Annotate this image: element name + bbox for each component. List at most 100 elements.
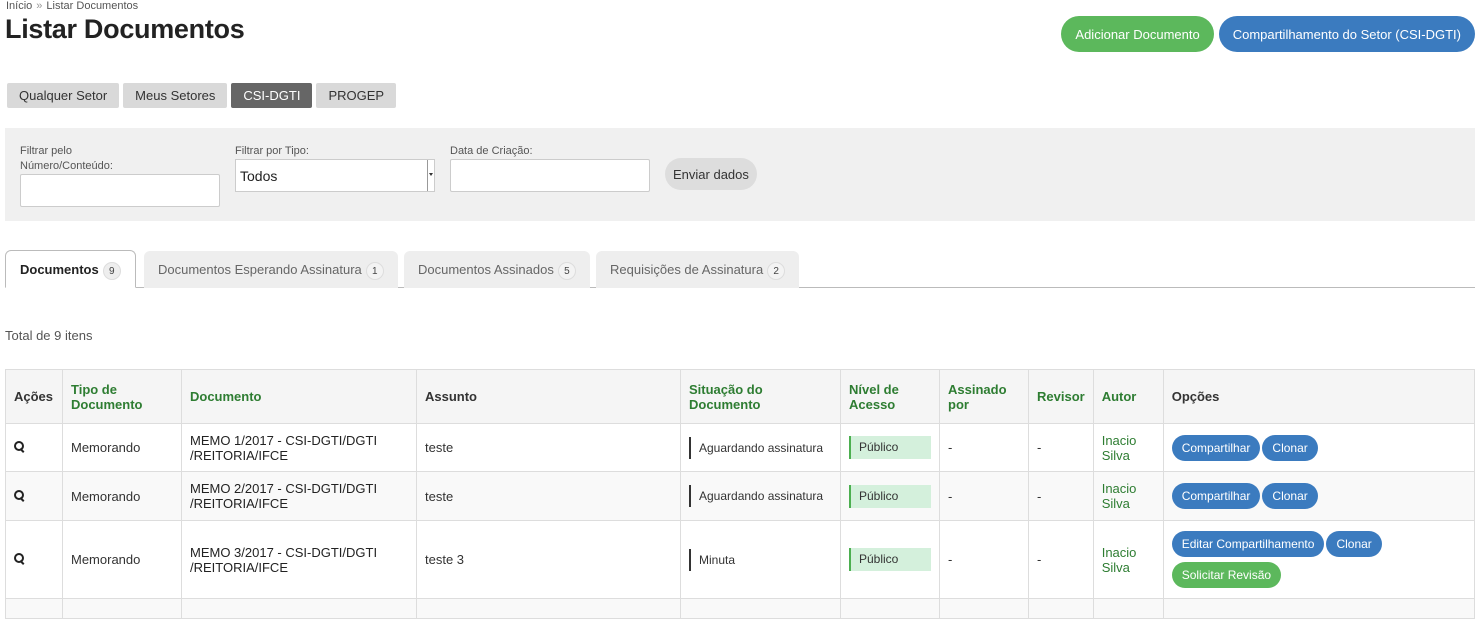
col-header-opcoes: Opções [1162, 369, 1476, 424]
tab-count-badge: 2 [767, 261, 786, 280]
cell-assunto: teste [416, 471, 681, 521]
cell-tipo: Memorando [62, 471, 182, 521]
tab-label: Documentos [20, 262, 99, 277]
cell-opcoes: Compartilhar Clonar [1162, 423, 1476, 472]
filter-date-label: Data de Criação: [450, 145, 533, 157]
breadcrumb: Início » Listar Documentos [6, 0, 138, 12]
search-icon[interactable] [14, 553, 25, 564]
request-review-button[interactable]: Solicitar Revisão [1171, 562, 1282, 588]
table-header-row: Ações Tipo de Documento Documento Assunt… [5, 369, 1476, 424]
cell-opcoes: Editar Compartilhamento Clonar Solicitar … [1162, 520, 1476, 599]
filter-date-input[interactable] [450, 159, 650, 192]
col-header-acoes: Ações [5, 369, 63, 424]
filter-type-group: Filtrar por Tipo: Todos [235, 144, 435, 192]
table-row [5, 598, 1476, 619]
total-items-text: Total de 9 itens [5, 328, 93, 343]
tab-label: Documentos Esperando Assinatura [158, 262, 362, 277]
tab-count-badge: 5 [557, 261, 576, 280]
cell-nivel: Público [840, 520, 940, 599]
clone-button[interactable]: Clonar [1262, 483, 1318, 509]
tab-count-badge: 9 [102, 261, 121, 280]
sector-tab-mine[interactable]: Meus Setores [123, 83, 228, 108]
cell-revisor [1028, 598, 1094, 619]
cell-tipo [62, 598, 182, 619]
cell-documento: MEMO 2/2017 - CSI-DGTI/DGTI /REITORIA/IF… [181, 471, 417, 521]
cell-documento [181, 598, 417, 619]
cell-autor[interactable]: Inacio Silva [1092, 423, 1164, 472]
table-row: Memorando MEMO 3/2017 - CSI-DGTI/DGTI /R… [5, 520, 1476, 599]
col-header-autor[interactable]: Autor [1092, 369, 1164, 424]
status-label: Aguardando assinatura [689, 485, 823, 507]
cell-autor[interactable]: Inacio Silva [1092, 520, 1164, 599]
breadcrumb-separator: » [36, 0, 43, 12]
cell-situacao: Aguardando assinatura [680, 423, 841, 472]
edit-share-button[interactable]: Editar Compartilhamento [1171, 531, 1325, 557]
clone-button[interactable]: Clonar [1262, 434, 1318, 461]
cell-assinado: - [939, 423, 1029, 472]
cell-nivel: Público [840, 471, 940, 521]
filter-type-label: Filtrar por Tipo: [235, 145, 309, 157]
cell-tipo: Memorando [62, 423, 182, 472]
clone-button[interactable]: Clonar [1326, 531, 1382, 557]
filter-number-input[interactable] [20, 174, 220, 207]
tab-requisicoes[interactable]: Requisições de Assinatura 2 [596, 251, 800, 288]
filter-panel: Filtrar pelo Número/Conteúdo: Filtrar po… [5, 128, 1475, 221]
search-icon[interactable] [14, 489, 25, 501]
cell-acoes [5, 471, 63, 521]
cell-assinado: - [939, 471, 1029, 521]
cell-assinado: - [939, 520, 1029, 599]
col-header-situacao[interactable]: Situação do Documento [680, 369, 841, 424]
col-header-documento[interactable]: Documento [181, 369, 417, 424]
cell-nivel [840, 598, 940, 619]
document-tabs: Documentos 9 Documentos Esperando Assinat… [5, 250, 1475, 288]
col-header-revisor[interactable]: Revisor [1028, 369, 1094, 424]
filter-type-select[interactable]: Todos [235, 159, 435, 192]
submit-filter-button[interactable]: Enviar dados [665, 158, 757, 190]
col-header-assinado[interactable]: Assinado por [939, 369, 1029, 424]
cell-revisor: - [1028, 520, 1094, 599]
filter-number-label: Filtrar pelo Número/Conteúdo: [20, 145, 113, 172]
cell-autor[interactable]: Inacio Silva [1092, 471, 1164, 521]
search-icon[interactable] [14, 441, 25, 452]
top-actions: Adicionar Documento Compartilhamento do … [1061, 16, 1475, 52]
cell-documento: MEMO 1/2017 - CSI-DGTI/DGTI /REITORIA/IF… [181, 423, 417, 472]
add-document-button[interactable]: Adicionar Documento [1061, 16, 1214, 52]
breadcrumb-home-link[interactable]: Início [6, 0, 32, 12]
tab-documentos[interactable]: Documentos 9 [5, 250, 136, 288]
status-label: Aguardando assinatura [689, 436, 823, 459]
cell-assunto: teste [416, 423, 681, 472]
cell-acoes [5, 598, 63, 619]
sector-share-button[interactable]: Compartilhamento do Setor (CSI-DGTI) [1218, 16, 1475, 52]
col-header-assunto: Assunto [416, 369, 681, 424]
filter-date-group: Data de Criação: [450, 144, 650, 192]
sector-tab-progep[interactable]: PROGEP [316, 83, 397, 108]
documents-table: Ações Tipo de Documento Documento Assunt… [5, 369, 1476, 619]
sector-tab-any[interactable]: Qualquer Setor [7, 83, 120, 108]
status-label: Minuta [689, 548, 735, 571]
sector-tab-csi-dgti[interactable]: CSI-DGTI [231, 83, 313, 108]
tab-label: Requisições de Assinatura [610, 262, 764, 277]
table-row: Memorando MEMO 1/2017 - CSI-DGTI/DGTI /R… [5, 423, 1476, 472]
filter-type-value: Todos [240, 168, 278, 184]
tab-count-badge: 1 [365, 261, 384, 280]
cell-situacao: Aguardando assinatura [680, 471, 841, 521]
filter-number-group: Filtrar pelo Número/Conteúdo: [20, 144, 220, 207]
cell-revisor: - [1028, 471, 1094, 521]
cell-documento: MEMO 3/2017 - CSI-DGTI/DGTI /REITORIA/IF… [181, 520, 417, 599]
page-title: Listar Documentos [5, 14, 245, 44]
col-header-tipo[interactable]: Tipo de Documento [62, 369, 182, 424]
access-badge: Público [849, 484, 931, 508]
share-button[interactable]: Compartilhar [1171, 483, 1261, 509]
share-button[interactable]: Compartilhar [1171, 434, 1261, 461]
cell-acoes [5, 520, 63, 599]
cell-acoes [5, 423, 63, 472]
tab-assinados[interactable]: Documentos Assinados 5 [404, 251, 590, 288]
cell-opcoes: Compartilhar Clonar [1162, 471, 1476, 521]
cell-revisor: - [1028, 423, 1094, 472]
col-header-nivel[interactable]: Nível de Acesso [840, 369, 940, 424]
cell-assunto [416, 598, 681, 619]
breadcrumb-current: Listar Documentos [46, 0, 139, 12]
access-badge: Público [849, 436, 931, 459]
tab-esperando-assinatura[interactable]: Documentos Esperando Assinatura 1 [144, 251, 398, 288]
cell-assunto: teste 3 [416, 520, 681, 599]
